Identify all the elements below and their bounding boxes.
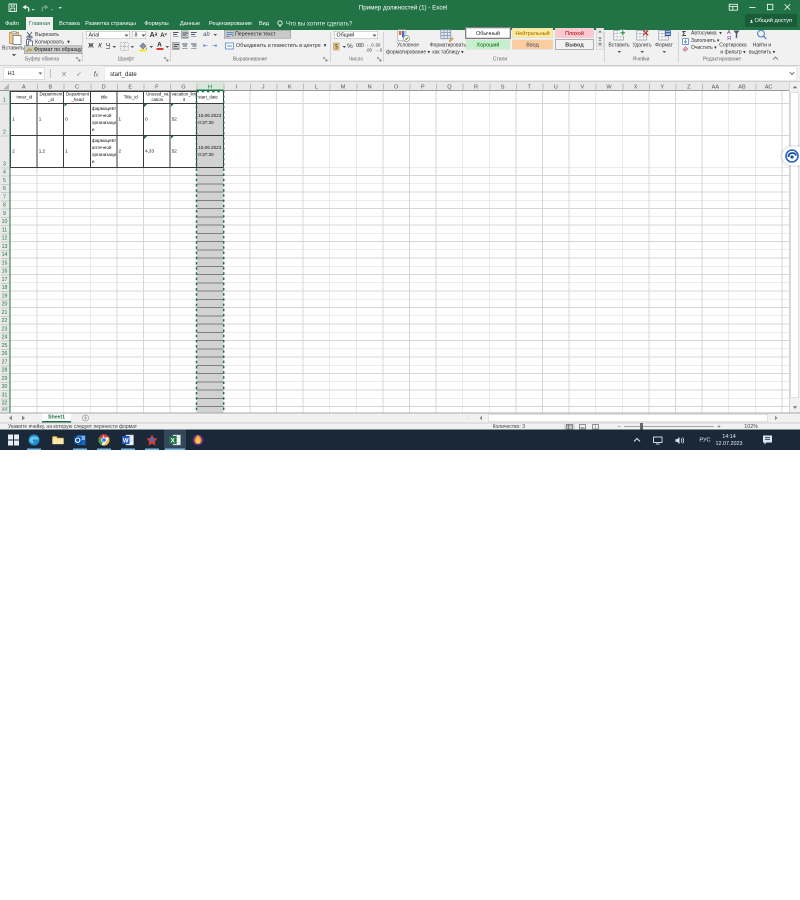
svg-text:X: X <box>171 437 176 444</box>
svg-text:Я: Я <box>727 36 731 42</box>
svg-text:W: W <box>123 438 129 444</box>
